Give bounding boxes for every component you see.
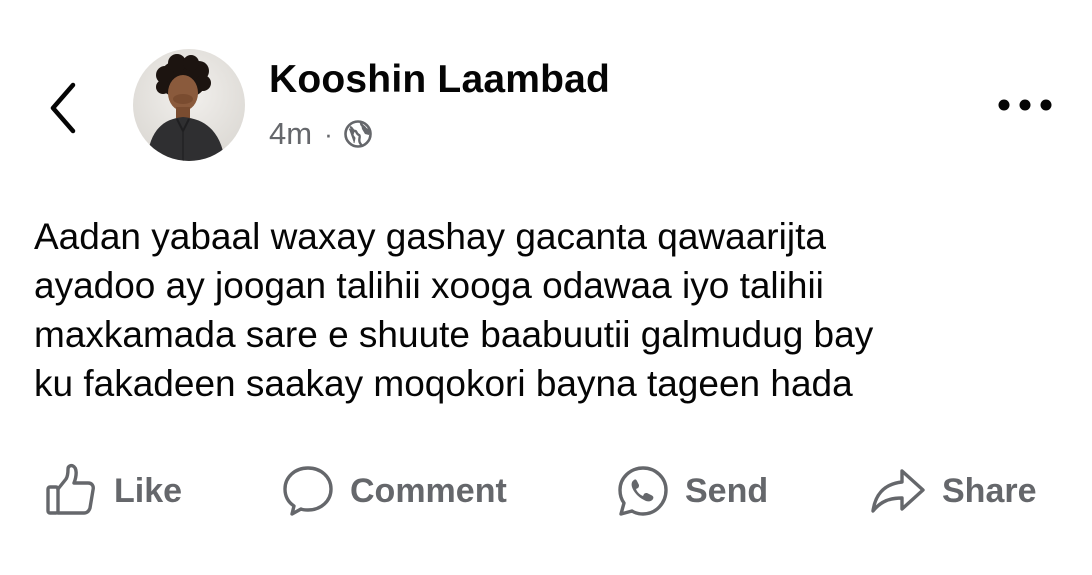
share-button[interactable]: Share <box>868 462 1037 520</box>
avatar[interactable] <box>133 49 245 161</box>
post-meta: 4m · <box>269 112 373 156</box>
like-button[interactable]: Like <box>44 462 182 520</box>
post-text-line: ayadoo ay joogan talihii xooga odawaa iy… <box>34 265 824 306</box>
post-timestamp[interactable]: 4m <box>269 116 312 152</box>
post-text-line: maxkamada sare e shuute baabuutii galmud… <box>34 314 874 355</box>
thumbs-up-icon <box>44 463 100 519</box>
whatsapp-icon <box>615 463 671 519</box>
back-button[interactable] <box>38 78 88 138</box>
send-label: Send <box>685 471 769 510</box>
send-button[interactable]: Send <box>615 462 768 520</box>
post-actions-bar: Like Comment Send Share <box>0 462 1092 520</box>
comment-bubble-icon <box>280 463 336 519</box>
author-name[interactable]: Kooshin Laambad <box>269 58 610 102</box>
share-arrow-icon <box>868 463 928 519</box>
post-text-line: Aadan yabaal waxay gashay gacanta qawaar… <box>34 216 826 257</box>
more-options-button[interactable] <box>995 88 1055 122</box>
post-text: Aadan yabaal waxay gashay gacanta qawaar… <box>34 212 1064 408</box>
chevron-left-icon <box>50 82 76 134</box>
comment-button[interactable]: Comment <box>280 462 507 520</box>
meta-separator: · <box>324 118 333 149</box>
globe-icon[interactable] <box>343 119 373 149</box>
profile-photo <box>133 49 245 161</box>
comment-label: Comment <box>350 471 507 510</box>
share-label: Share <box>942 471 1037 510</box>
post-text-line: ku fakadeen saakay moqokori bayna tageen… <box>34 363 853 404</box>
like-label: Like <box>114 471 183 510</box>
more-horizontal-icon <box>998 99 1052 111</box>
